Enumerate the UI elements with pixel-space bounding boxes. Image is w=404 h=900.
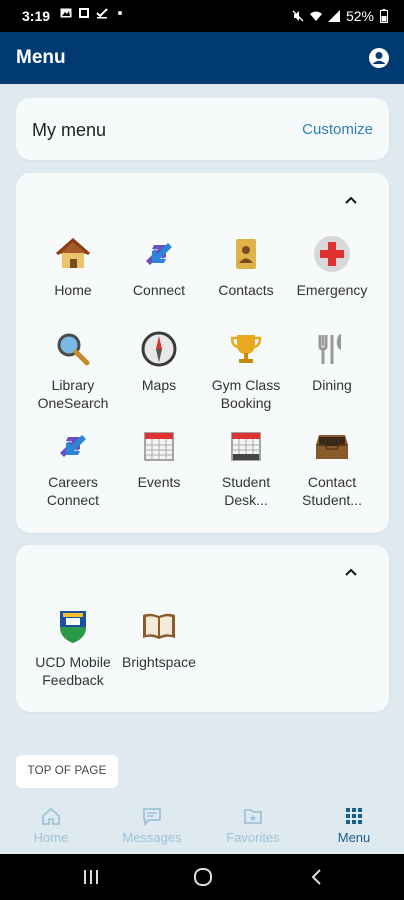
menu-section-secondary: UCD Mobile Feedback Brightspace	[16, 545, 389, 712]
menu-item-home[interactable]: Home	[28, 235, 118, 299]
menu-section-main: Home Connect Contacts Emergency Library …	[16, 173, 389, 533]
calendar-icon	[231, 432, 261, 461]
my-menu-card: My menu Customize	[16, 98, 389, 160]
page-title: Menu	[16, 47, 66, 68]
menu-item-label: Brightspace	[122, 654, 196, 670]
menu-item-careers-connect[interactable]: Careers Connect	[28, 427, 118, 509]
menu-item-label: Gym Class Booking	[211, 377, 281, 411]
tab-label: Home	[33, 830, 69, 845]
status-bar: 3:19 52%	[0, 0, 404, 32]
chevron-up-icon[interactable]	[343, 565, 359, 579]
tab-label: Menu	[337, 830, 371, 845]
download-check-icon	[96, 8, 108, 19]
messages-icon	[143, 808, 161, 826]
bottom-tab-bar: Home Messages Favorites Menu	[0, 802, 404, 854]
tab-favorites[interactable]: Favorites	[203, 806, 303, 845]
menu-item-label: Connect	[132, 282, 186, 298]
menu-item-label: UCD Mobile Feedback	[35, 654, 111, 688]
menu-item-label: Careers Connect	[46, 474, 100, 508]
cutlery-icon	[318, 334, 341, 364]
menu-item-label: Dining	[312, 377, 352, 393]
top-of-page-button[interactable]: TOP OF PAGE	[16, 755, 118, 788]
tab-menu[interactable]: Menu	[304, 806, 404, 845]
menu-item-contacts[interactable]: Contacts	[201, 235, 291, 299]
battery-percent: 52%	[345, 8, 374, 24]
tab-label: Messages	[122, 830, 182, 845]
menu-item-ucd-mobile-feedback[interactable]: UCD Mobile Feedback	[28, 607, 118, 689]
connect-icon	[146, 243, 172, 265]
home-icon	[42, 807, 60, 825]
image-icon	[60, 8, 72, 18]
magnifier-icon	[57, 333, 90, 366]
menu-item-label: Emergency	[296, 282, 368, 298]
menu-item-brightspace[interactable]: Brightspace	[114, 607, 204, 671]
customize-link[interactable]: Customize	[302, 121, 373, 138]
menu-item-emergency[interactable]: Emergency	[287, 235, 377, 299]
menu-item-student-desk[interactable]: Student Desk...	[201, 427, 291, 509]
menu-item-contact-student[interactable]: Contact Student...	[287, 427, 377, 509]
menu-item-maps[interactable]: Maps	[114, 330, 204, 394]
mute-icon	[292, 10, 304, 22]
recent-apps-icon[interactable]	[82, 868, 100, 886]
menu-item-gym-class-booking[interactable]: Gym Class Booking	[201, 330, 291, 412]
contacts-icon	[236, 239, 256, 269]
menu-item-label: Contacts	[218, 282, 274, 298]
back-icon[interactable]	[309, 868, 323, 886]
menu-item-label: Contact Student...	[302, 474, 362, 508]
book-icon	[143, 613, 175, 639]
ucd-crest-icon	[60, 611, 86, 643]
inbox-tray-icon	[316, 435, 348, 459]
dot-icon	[118, 11, 122, 15]
battery-icon	[380, 9, 388, 23]
menu-item-label: Home	[54, 282, 92, 298]
compass-icon	[141, 331, 177, 367]
chevron-up-icon[interactable]	[343, 193, 359, 207]
menu-item-label: Student Desk...	[221, 474, 271, 508]
calendar-icon	[144, 432, 174, 461]
signal-icon	[327, 10, 340, 22]
emergency-icon	[314, 236, 350, 272]
profile-icon[interactable]	[368, 47, 390, 69]
home-icon	[56, 238, 90, 268]
menu-item-dining[interactable]: Dining	[287, 330, 377, 394]
menu-item-label: Events	[137, 474, 181, 490]
favorites-folder-icon	[244, 809, 262, 824]
my-menu-label: My menu	[32, 120, 107, 140]
trophy-icon	[230, 335, 262, 363]
menu-item-events[interactable]: Events	[114, 427, 204, 491]
tab-messages[interactable]: Messages	[102, 806, 202, 845]
menu-item-library-onesearch[interactable]: Library OneSearch	[28, 330, 118, 412]
tab-label: Favorites	[226, 830, 280, 845]
menu-item-connect[interactable]: Connect	[114, 235, 204, 299]
wifi-icon	[309, 11, 322, 21]
connect-icon	[60, 435, 86, 457]
app-header: Menu	[0, 32, 404, 84]
system-nav-bar	[0, 854, 404, 900]
notification-icon	[79, 8, 89, 18]
home-nav-icon[interactable]	[193, 868, 213, 886]
tab-home[interactable]: Home	[1, 806, 101, 845]
menu-item-label: Library OneSearch	[37, 377, 109, 411]
grid-menu-icon	[346, 808, 362, 824]
menu-item-label: Maps	[141, 377, 177, 393]
status-time: 3:19	[22, 8, 51, 24]
